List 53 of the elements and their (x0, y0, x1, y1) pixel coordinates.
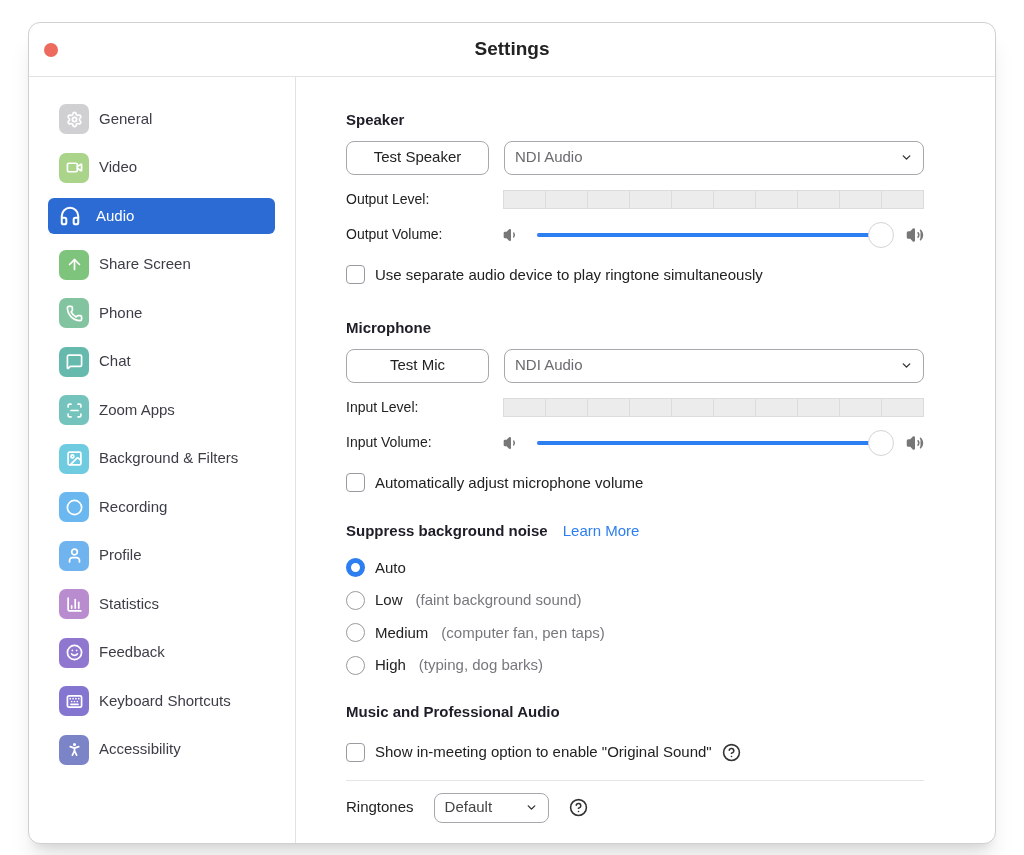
radio-button[interactable] (346, 655, 365, 675)
help-icon[interactable] (568, 798, 588, 817)
radio-label: Medium (375, 622, 429, 643)
section-heading: Music and Professional Audio (346, 701, 561, 722)
ringtone-dropdown[interactable]: Default (433, 792, 549, 823)
sidebar-item[interactable]: Recording (48, 489, 275, 525)
radio-label: Low (375, 590, 403, 610)
window-title: Settings (474, 37, 550, 62)
radio-hint: (computer fan, pen taps) (441, 622, 605, 643)
sidebar-item[interactable]: Phone (48, 295, 275, 331)
device-dropdown[interactable]: NDI Audio (504, 348, 924, 383)
section-heading: Speaker (346, 110, 406, 130)
volume-high-icon (906, 225, 924, 244)
checkbox-label: Show in-meeting option to enable "Original Sound" (375, 742, 712, 762)
sidebar-item[interactable]: Video (48, 149, 275, 186)
radio-label: Auto (375, 557, 406, 578)
sidebar-item[interactable]: Audio (48, 198, 275, 234)
field-label: Output Volume: (346, 225, 444, 244)
radio-button[interactable] (346, 623, 365, 643)
checkbox-label: Automatically adjust microphone volume (375, 472, 644, 493)
device-dropdown[interactable]: NDI Audio (504, 140, 924, 175)
volume-high-icon (906, 433, 924, 452)
field-label: Ringtones (346, 797, 414, 818)
sidebar-item[interactable]: Share Screen (48, 246, 275, 283)
test-button[interactable]: Test Mic (346, 348, 489, 383)
radio-button[interactable] (346, 558, 365, 578)
sidebar-item[interactable]: Accessibility (48, 731, 275, 768)
sidebar-item[interactable]: Background & Filters (48, 440, 275, 477)
sidebar-item[interactable]: Profile (48, 537, 275, 574)
learn-more-link[interactable]: Learn More (562, 520, 640, 543)
section-heading: Microphone (346, 318, 432, 338)
radio-hint: (faint background sound) (415, 590, 582, 610)
radio-label: High (375, 655, 406, 675)
sidebar-item[interactable]: Statistics (48, 586, 275, 622)
radio-hint: (typing, dog barks) (418, 655, 544, 675)
checkbox-label: Use separate audio device to play ringtone simultaneously (375, 264, 763, 285)
close-button[interactable] (44, 43, 58, 57)
help-icon[interactable] (721, 742, 741, 762)
headphones-icon (59, 205, 81, 227)
section-heading: Suppress background noise (346, 521, 548, 541)
checkbox[interactable] (346, 473, 365, 493)
checkbox[interactable] (346, 265, 365, 285)
field-label: Input Volume: (346, 433, 433, 452)
checkbox[interactable] (346, 742, 365, 762)
field-label: Input Level: (346, 397, 420, 417)
sidebar-item[interactable]: General (48, 101, 275, 137)
sidebar-item[interactable]: Zoom Apps (48, 392, 275, 428)
radio-button[interactable] (346, 590, 365, 610)
sidebar-item[interactable]: Keyboard Shortcuts (48, 683, 275, 719)
sidebar-item[interactable]: Chat (48, 343, 275, 380)
field-label: Output Level: (346, 189, 431, 209)
test-button[interactable]: Test Speaker (346, 140, 489, 175)
sidebar-item[interactable]: Feedback (48, 634, 275, 671)
